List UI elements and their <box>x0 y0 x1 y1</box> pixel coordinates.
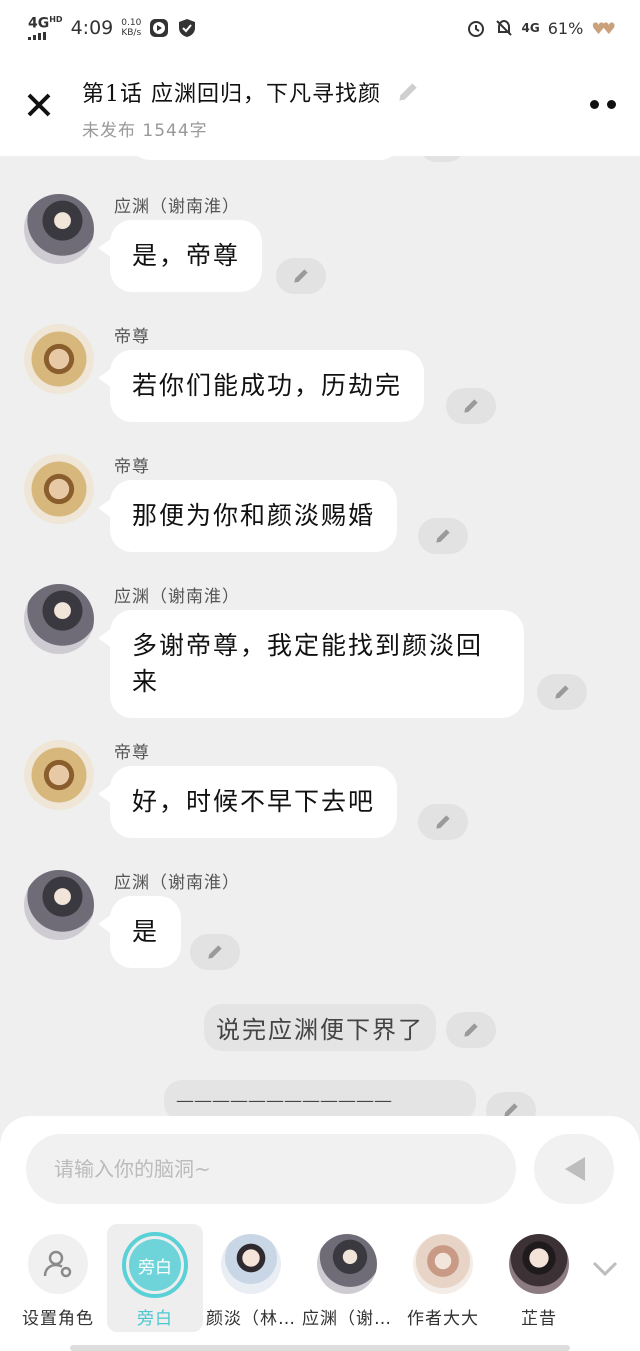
avatar[interactable] <box>24 454 94 524</box>
network-type: 4G <box>28 15 50 32</box>
idea-input[interactable] <box>26 1134 516 1204</box>
avatar <box>509 1234 569 1294</box>
partial-bubble <box>130 156 400 160</box>
avatar[interactable] <box>24 584 94 654</box>
avatar[interactable] <box>24 870 94 940</box>
more-dot <box>607 100 616 109</box>
narration-bubble[interactable]: ———————————— <box>164 1080 476 1116</box>
role-item-yandan[interactable]: 颜淡（林… <box>203 1224 299 1332</box>
battery-percent: 61% <box>547 18 584 38</box>
edit-message-button[interactable] <box>418 518 468 554</box>
role-item-set-role[interactable]: 设置角色 <box>10 1224 106 1332</box>
edit-message-button[interactable] <box>486 1092 536 1116</box>
message-bubble[interactable]: 是，帝尊 <box>97 220 263 292</box>
edit-message-button[interactable] <box>190 934 240 970</box>
edit-message-button[interactable] <box>276 258 326 294</box>
role-label: 芷昔 <box>521 1309 557 1329</box>
chevron-down-icon <box>592 1261 618 1277</box>
speaker-name: 应渊（谢南淮） <box>114 197 240 217</box>
edit-message-button[interactable] <box>537 674 587 710</box>
pencil-icon <box>294 269 308 283</box>
message-bubble[interactable]: 是 <box>97 896 182 968</box>
pencil-icon <box>208 945 222 959</box>
chapter-title-area: 第1话 应渊回归，下凡寻找颜 未发布 1544字 <box>82 76 421 141</box>
narration-bubble[interactable]: 说完应渊便下界了 <box>204 1004 436 1051</box>
more-button[interactable] <box>590 100 616 109</box>
network-indicator: 4GHD <box>28 14 63 41</box>
role-item-zhixi[interactable]: 芷昔 <box>491 1224 587 1332</box>
person-settings-icon <box>28 1234 88 1294</box>
mobile-data-indicator: 4G <box>521 21 540 35</box>
role-label: 设置角色 <box>22 1309 94 1329</box>
send-button[interactable] <box>534 1134 614 1204</box>
avatar[interactable] <box>24 194 94 264</box>
mute-bell-icon <box>495 19 512 36</box>
input-panel: 设置角色 旁白 旁白 颜淡（林… 应渊（谢… 作者大大 芷昔 <box>0 1116 640 1351</box>
chat-area[interactable]: 应渊（谢南淮） 是，帝尊 帝尊 若你们能成功，历劫完 帝尊 那便为你和颜淡赐婚 … <box>0 156 640 1116</box>
role-label: 作者大大 <box>407 1309 479 1329</box>
send-icon <box>565 1157 585 1181</box>
editor-header: 第1话 应渊回归，下凡寻找颜 未发布 1544字 <box>0 56 640 156</box>
close-icon <box>27 93 51 117</box>
speaker-name: 应渊（谢南淮） <box>114 587 240 607</box>
role-label: 颜淡（林… <box>206 1309 296 1329</box>
narrator-badge: 旁白 <box>129 1239 181 1291</box>
partial-edit-button[interactable] <box>420 156 464 162</box>
heart-battery-icon: ♥♥ <box>591 18 616 38</box>
role-item-author[interactable]: 作者大大 <box>395 1224 491 1332</box>
edit-title-icon[interactable] <box>395 79 421 105</box>
role-label: 应渊（谢… <box>302 1309 392 1329</box>
speaker-name: 帝尊 <box>114 327 150 347</box>
pencil-icon <box>464 1023 478 1037</box>
role-item-yingyuan[interactable]: 应渊（谢… <box>299 1224 395 1332</box>
pencil-icon <box>555 685 569 699</box>
speaker-name: 应渊（谢南淮） <box>114 873 240 893</box>
narrator-avatar: 旁白 <box>122 1232 188 1298</box>
role-label: 旁白 <box>137 1309 173 1329</box>
pencil-icon <box>436 529 450 543</box>
avatar <box>413 1234 473 1294</box>
pencil-icon <box>464 399 478 413</box>
role-selector: 设置角色 旁白 旁白 颜淡（林… 应渊（谢… 作者大大 芷昔 <box>0 1224 640 1332</box>
close-button[interactable] <box>22 88 56 122</box>
speaker-name: 帝尊 <box>114 743 150 763</box>
expand-roles-button[interactable] <box>590 1254 620 1284</box>
chapter-status: 未发布 1544字 <box>82 121 208 141</box>
avatar <box>317 1234 377 1294</box>
status-bar: 4GHD 4:09 0.10 KB/s 4G 61% ♥♥ <box>0 0 640 56</box>
chapter-title: 第1话 应渊回归，下凡寻找颜 <box>82 82 381 107</box>
message-bubble[interactable]: 那便为你和颜淡赐婚 <box>97 480 398 552</box>
message-bubble[interactable]: 若你们能成功，历劫完 <box>97 350 425 422</box>
avatar[interactable] <box>24 740 94 810</box>
alarm-icon <box>467 21 484 37</box>
chapter-title-row: 第1话 应渊回归，下凡寻找颜 <box>82 76 421 108</box>
edit-message-button[interactable] <box>446 1012 496 1048</box>
net-speed-value: 0.10 <box>121 18 142 28</box>
avatar <box>221 1234 281 1294</box>
play-app-icon <box>150 19 169 37</box>
speaker-name: 帝尊 <box>114 457 150 477</box>
edit-message-button[interactable] <box>418 804 468 840</box>
avatar[interactable] <box>24 324 94 394</box>
message-bubble[interactable]: 多谢帝尊，我定能找到颜淡回来 <box>98 610 524 718</box>
role-item-narrator[interactable]: 旁白 旁白 <box>107 1224 203 1332</box>
clock: 4:09 <box>70 17 114 39</box>
pencil-icon <box>504 1103 518 1116</box>
network-hd-badge: HD <box>49 14 63 24</box>
message-bubble[interactable]: 好，时候不早下去吧 <box>97 766 398 838</box>
bottom-divider <box>70 1345 570 1351</box>
edit-message-button[interactable] <box>446 388 496 424</box>
signal-bars-icon <box>28 32 63 41</box>
net-speed: 0.10 KB/s <box>121 18 141 38</box>
shield-icon <box>179 19 196 37</box>
net-speed-unit: KB/s <box>121 28 142 38</box>
more-dot <box>590 100 599 109</box>
pencil-icon <box>436 815 450 829</box>
